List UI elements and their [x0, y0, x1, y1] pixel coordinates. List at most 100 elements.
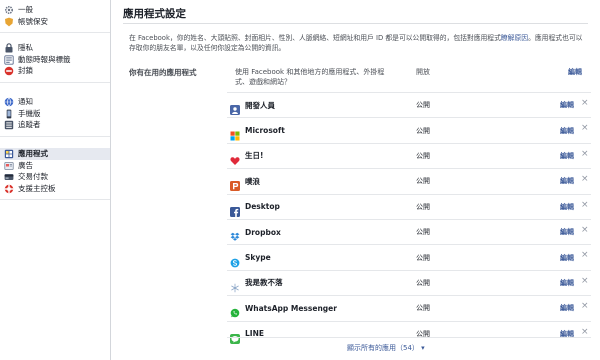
edit-app-link[interactable]: 編輯	[560, 100, 574, 110]
skype-icon	[230, 253, 240, 267]
show-all-apps-link[interactable]: 顯示所有的應用（54） ▾	[347, 343, 425, 353]
lock-icon	[4, 43, 13, 53]
remove-app-icon[interactable]: ×	[581, 149, 589, 159]
edit-app-link[interactable]: 編輯	[560, 202, 574, 212]
app-row: Dropbox 公開 編輯 ×	[227, 218, 591, 244]
sidebar-item[interactable]: 動態時報與標籤	[0, 54, 110, 66]
timeline-icon	[4, 55, 14, 65]
sidebar-item-label: 通知	[18, 97, 33, 107]
sidebar-item-label: 隱私	[18, 43, 33, 53]
learn-why-link[interactable]: 瞭解原因	[501, 34, 528, 42]
sidebar-item[interactable]: 封鎖	[0, 65, 110, 77]
rss-icon	[4, 120, 14, 130]
app-access-level: 公開	[416, 202, 430, 211]
app-name[interactable]: 噗浪	[245, 176, 421, 187]
remove-app-icon[interactable]: ×	[581, 174, 589, 184]
shield-icon	[4, 17, 13, 27]
sidebar-item[interactable]: 廣告	[0, 160, 110, 172]
remove-app-icon[interactable]: ×	[581, 200, 589, 210]
sidebar-item-label: 手機版	[18, 108, 41, 118]
sidebar-item-label: 一般	[18, 5, 33, 15]
edit-all-link[interactable]: 編輯	[568, 67, 582, 77]
app-name[interactable]: Dropbox	[245, 228, 421, 237]
edit-app-link[interactable]: 編輯	[560, 253, 574, 263]
app-access-level: 公開	[416, 278, 430, 287]
payments-icon	[4, 172, 14, 181]
edit-app-link[interactable]: 編輯	[560, 303, 574, 313]
sidebar-item[interactable]: 應用程式	[0, 148, 110, 160]
app-row: WhatsApp Messenger 公開 編輯 ×	[227, 295, 591, 320]
mobile-icon	[4, 109, 13, 119]
app-access-level: 公開	[416, 151, 430, 160]
remove-app-icon[interactable]: ×	[581, 98, 589, 108]
remove-app-icon[interactable]: ×	[581, 301, 589, 311]
sidebar-item[interactable]: 手機版	[0, 108, 110, 120]
app-access-level: 公開	[416, 101, 430, 110]
remove-app-icon[interactable]: ×	[581, 276, 589, 286]
app-list: 開發人員 公開 編輯 × Microsoft 公開 編輯 × 生日! 公開 編輯 × 噗浪 公開 編輯 × De…	[227, 92, 591, 346]
app-access-level: 公開	[416, 253, 430, 262]
app-name[interactable]: Desktop	[245, 202, 421, 211]
app-access-level: 公開	[416, 126, 430, 135]
app-name[interactable]: Microsoft	[245, 126, 421, 135]
app-settings-panel: 應用程式設定 在 Facebook，你的姓名、大頭貼照、封面相片、性別、人脈網絡…	[111, 0, 600, 360]
remove-app-icon[interactable]: ×	[581, 250, 589, 260]
globe-icon	[4, 97, 14, 107]
app-row: 生日! 公開 編輯 ×	[227, 142, 591, 168]
block-icon	[4, 66, 14, 76]
sidebar-item[interactable]: 隱私	[0, 42, 110, 54]
sidebar-item[interactable]: 帳號保安	[0, 16, 110, 28]
title-divider	[123, 23, 588, 24]
app-name[interactable]: 生日!	[245, 150, 421, 161]
birthday-heart-icon	[230, 151, 240, 165]
sidebar-item[interactable]: 通知	[0, 96, 110, 108]
app-name[interactable]: 我是教不落	[245, 277, 421, 288]
app-name[interactable]: Skype	[245, 253, 421, 262]
sidebar-item[interactable]: 交易付款	[0, 171, 110, 183]
description-text: 在 Facebook，你的姓名、大頭貼照、封面相片、性別、人脈網絡、短網址和用戶…	[129, 34, 501, 42]
sidebar-group: 應用程式 廣告交易付款 支援主控板	[0, 144, 110, 200]
plurk-icon	[230, 176, 240, 192]
gear-icon	[4, 5, 14, 15]
settings-sidebar: 一般 帳號保安隱私 動態時報與標籤 封鎖通知 手機版追蹤者應用程式 廣告交易付款 支援主控板	[0, 0, 111, 360]
edit-app-link[interactable]: 編輯	[560, 176, 574, 186]
sidebar-item-label: 交易付款	[18, 172, 48, 182]
snowflake-icon	[230, 278, 240, 293]
whatsapp-icon	[230, 303, 240, 318]
app-row: Skype 公開 編輯 ×	[227, 244, 591, 269]
sidebar-item[interactable]: 追蹤者	[0, 119, 110, 131]
sidebar-item-label: 廣告	[18, 160, 33, 170]
section-label: 你有在用的應用程式	[129, 68, 197, 77]
edit-app-link[interactable]: 編輯	[560, 126, 574, 136]
apps-icon	[4, 149, 14, 159]
sidebar-group: 通知 手機版 追蹤者	[0, 92, 110, 137]
app-access-level: 公開	[416, 304, 430, 313]
remove-app-icon[interactable]: ×	[581, 225, 589, 235]
app-name[interactable]: 開發人員	[245, 100, 421, 111]
microsoft-icon	[230, 126, 240, 141]
developer-icon	[230, 100, 240, 116]
app-row: Microsoft 公開 編輯 ×	[227, 117, 591, 142]
ads-icon	[4, 161, 14, 170]
edit-app-link[interactable]: 編輯	[560, 151, 574, 161]
sidebar-group: 隱私 動態時報與標籤 封鎖	[0, 38, 110, 83]
app-row: 開發人員 公開 編輯 ×	[227, 92, 591, 117]
remove-app-icon[interactable]: ×	[581, 327, 589, 337]
sidebar-item[interactable]: 支援主控板	[0, 183, 110, 195]
app-access-level: 公開	[416, 177, 430, 186]
lifebuoy-icon	[4, 184, 14, 193]
access-column-header: 開放	[416, 68, 430, 76]
app-row: 噗浪 公開 編輯 ×	[227, 168, 591, 193]
app-name[interactable]: WhatsApp Messenger	[245, 304, 421, 313]
sidebar-item-label: 帳號保安	[18, 16, 48, 26]
app-access-level: 公開	[416, 228, 430, 237]
dropbox-icon	[230, 227, 240, 241]
page-title: 應用程式設定	[123, 8, 186, 20]
edit-app-link[interactable]: 編輯	[560, 227, 574, 237]
sidebar-item[interactable]: 一般	[0, 4, 110, 16]
sidebar-item-label: 封鎖	[18, 66, 33, 76]
edit-app-link[interactable]: 編輯	[560, 278, 574, 288]
sidebar-item-label: 應用程式	[18, 149, 48, 159]
sidebar-item-label: 追蹤者	[18, 120, 41, 130]
remove-app-icon[interactable]: ×	[581, 123, 589, 133]
